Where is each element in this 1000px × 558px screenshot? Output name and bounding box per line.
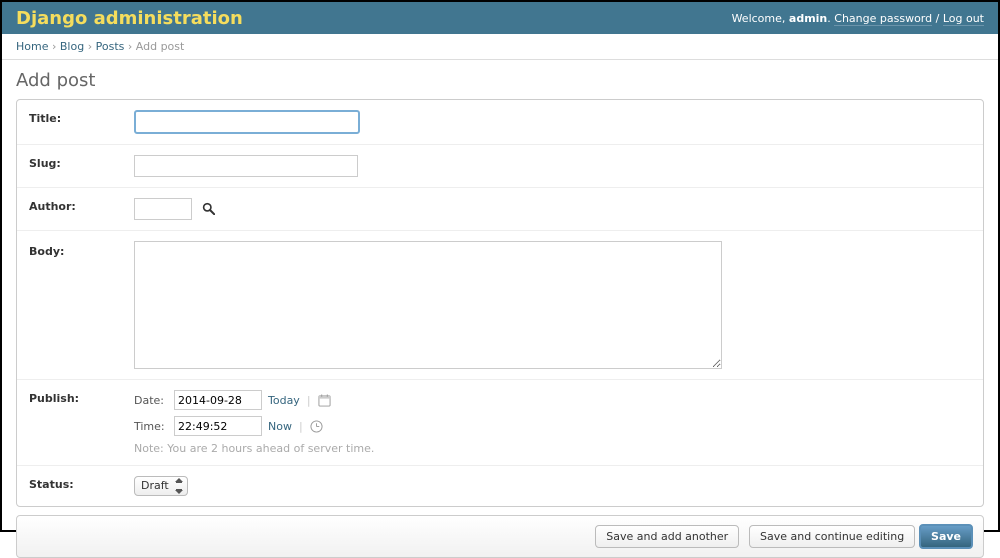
- publish-time-input[interactable]: [174, 416, 262, 436]
- publish-date-input[interactable]: [174, 390, 262, 410]
- status-select[interactable]: Draft: [134, 476, 188, 496]
- field-row-slug: Slug:: [17, 145, 983, 188]
- slug-input[interactable]: [134, 155, 358, 177]
- field-row-publish: Publish: Date: Today | Time: Now |: [17, 380, 983, 466]
- submit-row: [16, 515, 984, 558]
- field-label-status: Status:: [29, 476, 134, 491]
- breadcrumb-home[interactable]: Home: [16, 40, 48, 53]
- field-label-body: Body:: [29, 241, 134, 258]
- field-row-body: Body:: [17, 231, 983, 380]
- branding-title: Django administration: [16, 8, 243, 29]
- breadcrumb-current: Add post: [136, 40, 185, 53]
- field-label-publish: Publish:: [29, 390, 134, 405]
- save-and-add-another-button[interactable]: [595, 525, 739, 548]
- field-row-title: Title:: [17, 100, 983, 145]
- breadcrumb: Home › Blog › Posts › Add post: [2, 34, 998, 60]
- breadcrumb-model[interactable]: Posts: [96, 40, 125, 53]
- logout-link[interactable]: Log out: [943, 12, 984, 26]
- page-title: Add post: [16, 70, 984, 91]
- author-input[interactable]: [134, 198, 192, 220]
- calendar-icon[interactable]: [318, 393, 332, 407]
- field-label-author: Author:: [29, 198, 134, 213]
- field-row-author: Author:: [17, 188, 983, 231]
- status-selected-value: Draft: [141, 479, 169, 492]
- search-icon[interactable]: [202, 205, 215, 218]
- date-sublabel: Date:: [134, 394, 168, 407]
- header: Django administration Welcome, admin. Ch…: [2, 2, 998, 34]
- body-textarea[interactable]: [134, 241, 722, 369]
- timezone-note: Note: You are 2 hours ahead of server ti…: [134, 442, 374, 455]
- user-tools: Welcome, admin. Change password / Log ou…: [732, 12, 984, 25]
- field-label-slug: Slug:: [29, 155, 134, 170]
- breadcrumb-app[interactable]: Blog: [60, 40, 84, 53]
- today-link[interactable]: Today: [268, 394, 300, 407]
- time-sublabel: Time:: [134, 420, 168, 433]
- save-button[interactable]: [919, 524, 973, 549]
- now-link[interactable]: Now: [268, 420, 292, 433]
- username: admin: [789, 12, 827, 25]
- change-password-link[interactable]: Change password: [834, 12, 932, 26]
- welcome-text: Welcome,: [732, 12, 786, 25]
- title-input[interactable]: [134, 110, 360, 134]
- field-label-title: Title:: [29, 110, 134, 125]
- field-row-status: Status: Draft: [17, 466, 983, 506]
- clock-icon[interactable]: [310, 419, 324, 433]
- save-and-continue-button[interactable]: [749, 525, 915, 548]
- change-form: Title: Slug: Author: Body: Publish:: [16, 99, 984, 507]
